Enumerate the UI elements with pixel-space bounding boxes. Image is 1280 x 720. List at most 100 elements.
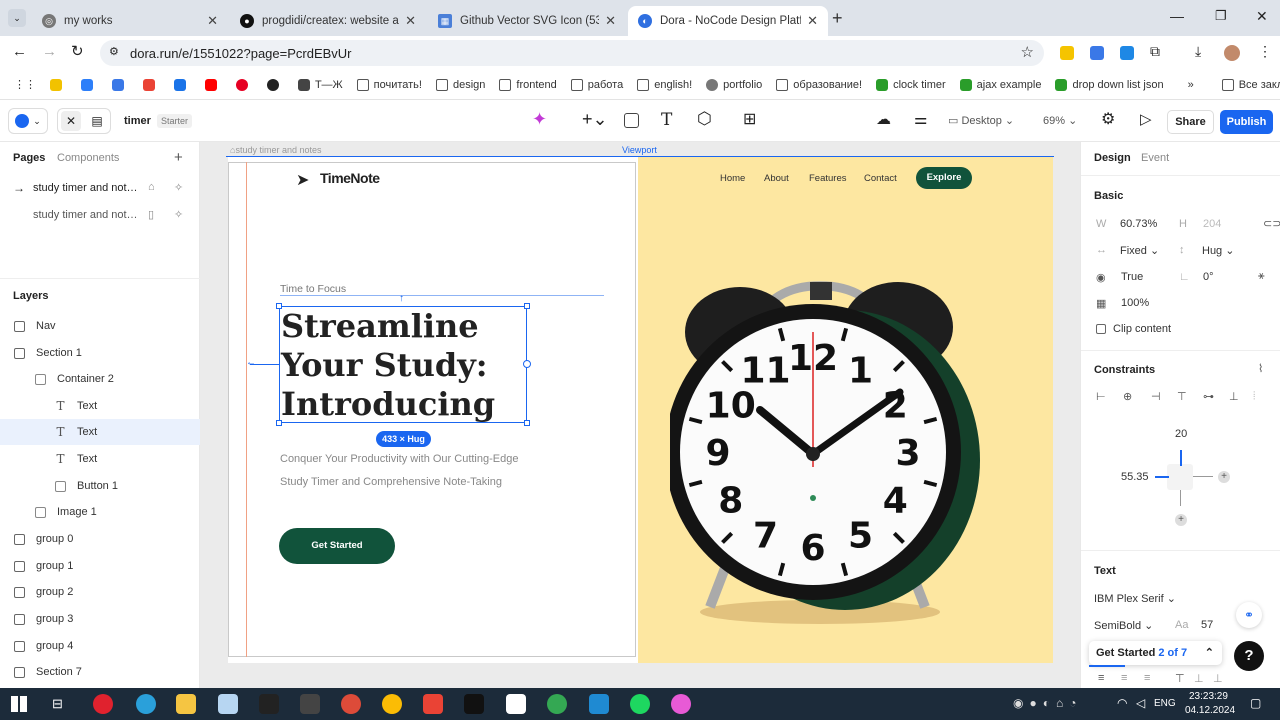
volume-icon[interactable]: ◁ [1136,696,1145,710]
align-vcenter-icon[interactable]: ⊶ [1203,390,1214,403]
resize-handle[interactable] [524,303,530,309]
add-element-icon[interactable]: +⌄ [582,109,608,130]
viewport-label[interactable]: Viewport [622,145,657,155]
layer-item[interactable]: Image 1 [0,499,200,525]
3d-tool-icon[interactable]: ⬡ [697,109,712,129]
wifi-icon[interactable]: ◠ [1117,696,1127,710]
clip-content-checkbox[interactable] [1096,324,1106,334]
text-align-right-icon[interactable]: ≡ [1144,672,1150,684]
bookmark-icon-calendar[interactable] [174,78,191,91]
device-select[interactable]: ▭ Desktop ⌄ [948,114,1014,127]
clock-date[interactable]: 04.12.2024 [1185,705,1235,716]
tab-event[interactable]: Event [1141,152,1169,164]
browser-tab-active[interactable]: ◐ Dora - NoCode Design Platform ✕ [628,6,828,36]
design-canvas[interactable]: ⌂study timer and notes Viewport ➤ TimeNo… [200,142,1080,688]
frame-label[interactable]: ⌂study timer and notes [230,145,321,155]
nav-about[interactable]: About [764,173,789,184]
site-info-icon[interactable]: ⚙ [109,45,119,58]
vscode-icon[interactable] [589,694,609,714]
resize-handle[interactable] [524,420,530,426]
align-right-icon[interactable]: ⊣ [1151,390,1161,403]
bookmark-folder[interactable]: english! [637,78,692,91]
bookmark-webflow[interactable]: drop down list json [1055,78,1164,91]
minimize-icon[interactable]: — [1170,8,1184,24]
close-icon[interactable]: ✕ [605,13,616,29]
download-icon[interactable]: ⤓ [1195,43,1201,60]
browser-tab[interactable]: ▦ Github Vector SVG Icon (53) - S ✕ [428,6,626,36]
nav-contact[interactable]: Contact [864,173,897,184]
layer-item[interactable]: T Text [0,446,200,472]
more-bookmarks-icon[interactable]: » [1188,79,1194,91]
apps-icon[interactable]: ⋮⋮ [14,78,36,91]
notifications-icon[interactable]: ▢ [1250,696,1261,710]
cloud-sync-icon[interactable]: ☁ [876,110,891,128]
get-started-button[interactable]: Get Started [279,528,395,564]
align-top-icon[interactable]: ⊤ [1177,390,1187,403]
visible-field[interactable]: True [1121,271,1143,283]
text-align-left-icon[interactable]: ≡ [1098,672,1104,684]
table-mode-icon[interactable]: ▤ [87,111,107,131]
width-mode-select[interactable]: Fixed ⌄ [1120,244,1159,257]
width-field[interactable]: 60.73% [1120,218,1157,230]
tab-pages[interactable]: Pages [13,152,45,164]
task-view-icon[interactable]: ⊟ [52,696,63,712]
layer-item[interactable]: Nav [0,313,200,339]
design-mode-icon[interactable]: ✕ [61,111,81,131]
resize-handle[interactable] [276,303,282,309]
bookmark-webflow[interactable]: ajax example [959,78,1041,91]
tab-search-icon[interactable]: ⌄ [8,9,26,27]
browser-tab[interactable]: ◎ my works ✕ [32,6,228,36]
handshake-icon[interactable]: ⚭ [1236,602,1262,628]
opera-icon[interactable] [93,694,113,714]
nav-home[interactable]: Home [720,173,745,184]
layer-item[interactable]: Section 7 [0,659,200,685]
hero-subtitle-line[interactable]: Study Timer and Comprehensive Note-Takin… [280,476,502,488]
chevron-up-icon[interactable]: ⌃ [1205,646,1214,659]
explore-button[interactable]: Explore [916,167,972,189]
bookmark-folder[interactable]: почитать! [356,78,422,91]
valign-middle-icon[interactable]: ⊥ [1194,672,1204,685]
add-page-icon[interactable]: + [174,149,183,166]
bookmark-tzh[interactable]: Т—Ж [298,78,343,91]
reload-icon[interactable]: ↻ [71,42,84,60]
nav-features[interactable]: Features [809,173,847,184]
valign-bottom-icon[interactable]: ⊥ [1213,672,1223,685]
chrome-icon[interactable] [341,694,361,714]
brush-icon[interactable]: ⌇ [1258,362,1263,375]
browser-tab[interactable]: ● progdidi/createx: website abou ✕ [230,6,426,36]
bookmark-star-icon[interactable]: ☆ [1021,43,1034,61]
get-started-toast[interactable]: Get Started 2 of 7 ⌃ [1089,641,1222,665]
bookmark-icon-github[interactable] [267,78,284,91]
valign-top-icon[interactable]: ⊤ [1175,672,1185,685]
link-proportions-icon[interactable]: ⊂⊃ [1263,217,1280,230]
back-icon[interactable]: ← [12,43,27,60]
add-constraint-right-icon[interactable]: + [1218,471,1230,483]
site-logo[interactable]: TimeNote [320,170,380,186]
tray-icons[interactable]: ◉●◐⌂◔ [1013,696,1082,710]
resize-handle[interactable] [276,420,282,426]
alarm-clock-image[interactable]: 12 1234567891011 [670,212,1010,632]
transform-icon[interactable]: ⚹ [1258,270,1265,283]
app-sun-icon[interactable] [464,694,484,714]
close-icon[interactable]: ✕ [807,13,818,29]
gmail-icon[interactable] [423,694,443,714]
url-field[interactable]: ⚙ dora.run/e/1551022?page=PcrdEBvUr ☆ [100,40,1044,66]
align-bottom-icon[interactable]: ⊥ [1229,390,1239,403]
language-indicator[interactable]: ENG [1154,698,1176,709]
selected-headline[interactable]: Streamline Your Study: Introducing [279,306,527,423]
text-align-center-icon[interactable]: ≡ [1121,672,1127,684]
layer-item[interactable]: group 0 [0,526,200,552]
tab-components[interactable]: Components [57,152,119,164]
chrome-icon[interactable] [382,694,402,714]
distribute-icon[interactable]: ⦙ [1253,390,1255,403]
bookmark-folder[interactable]: образование! [776,78,862,91]
layer-item[interactable]: Section 1 [0,340,200,366]
font-weight-select[interactable]: SemiBold ⌄ [1094,619,1153,632]
translate-icon[interactable] [1090,46,1104,60]
preview-play-icon[interactable]: ▷ [1140,110,1152,128]
font-size-field[interactable]: 57 [1201,619,1213,631]
layer-item[interactable]: Container 2 [0,366,200,392]
constraint-top-value[interactable]: 20 [1175,428,1187,440]
page-item[interactable]: study timer and not… ▯ ✧ [0,205,200,227]
close-icon[interactable]: ✕ [405,13,416,29]
